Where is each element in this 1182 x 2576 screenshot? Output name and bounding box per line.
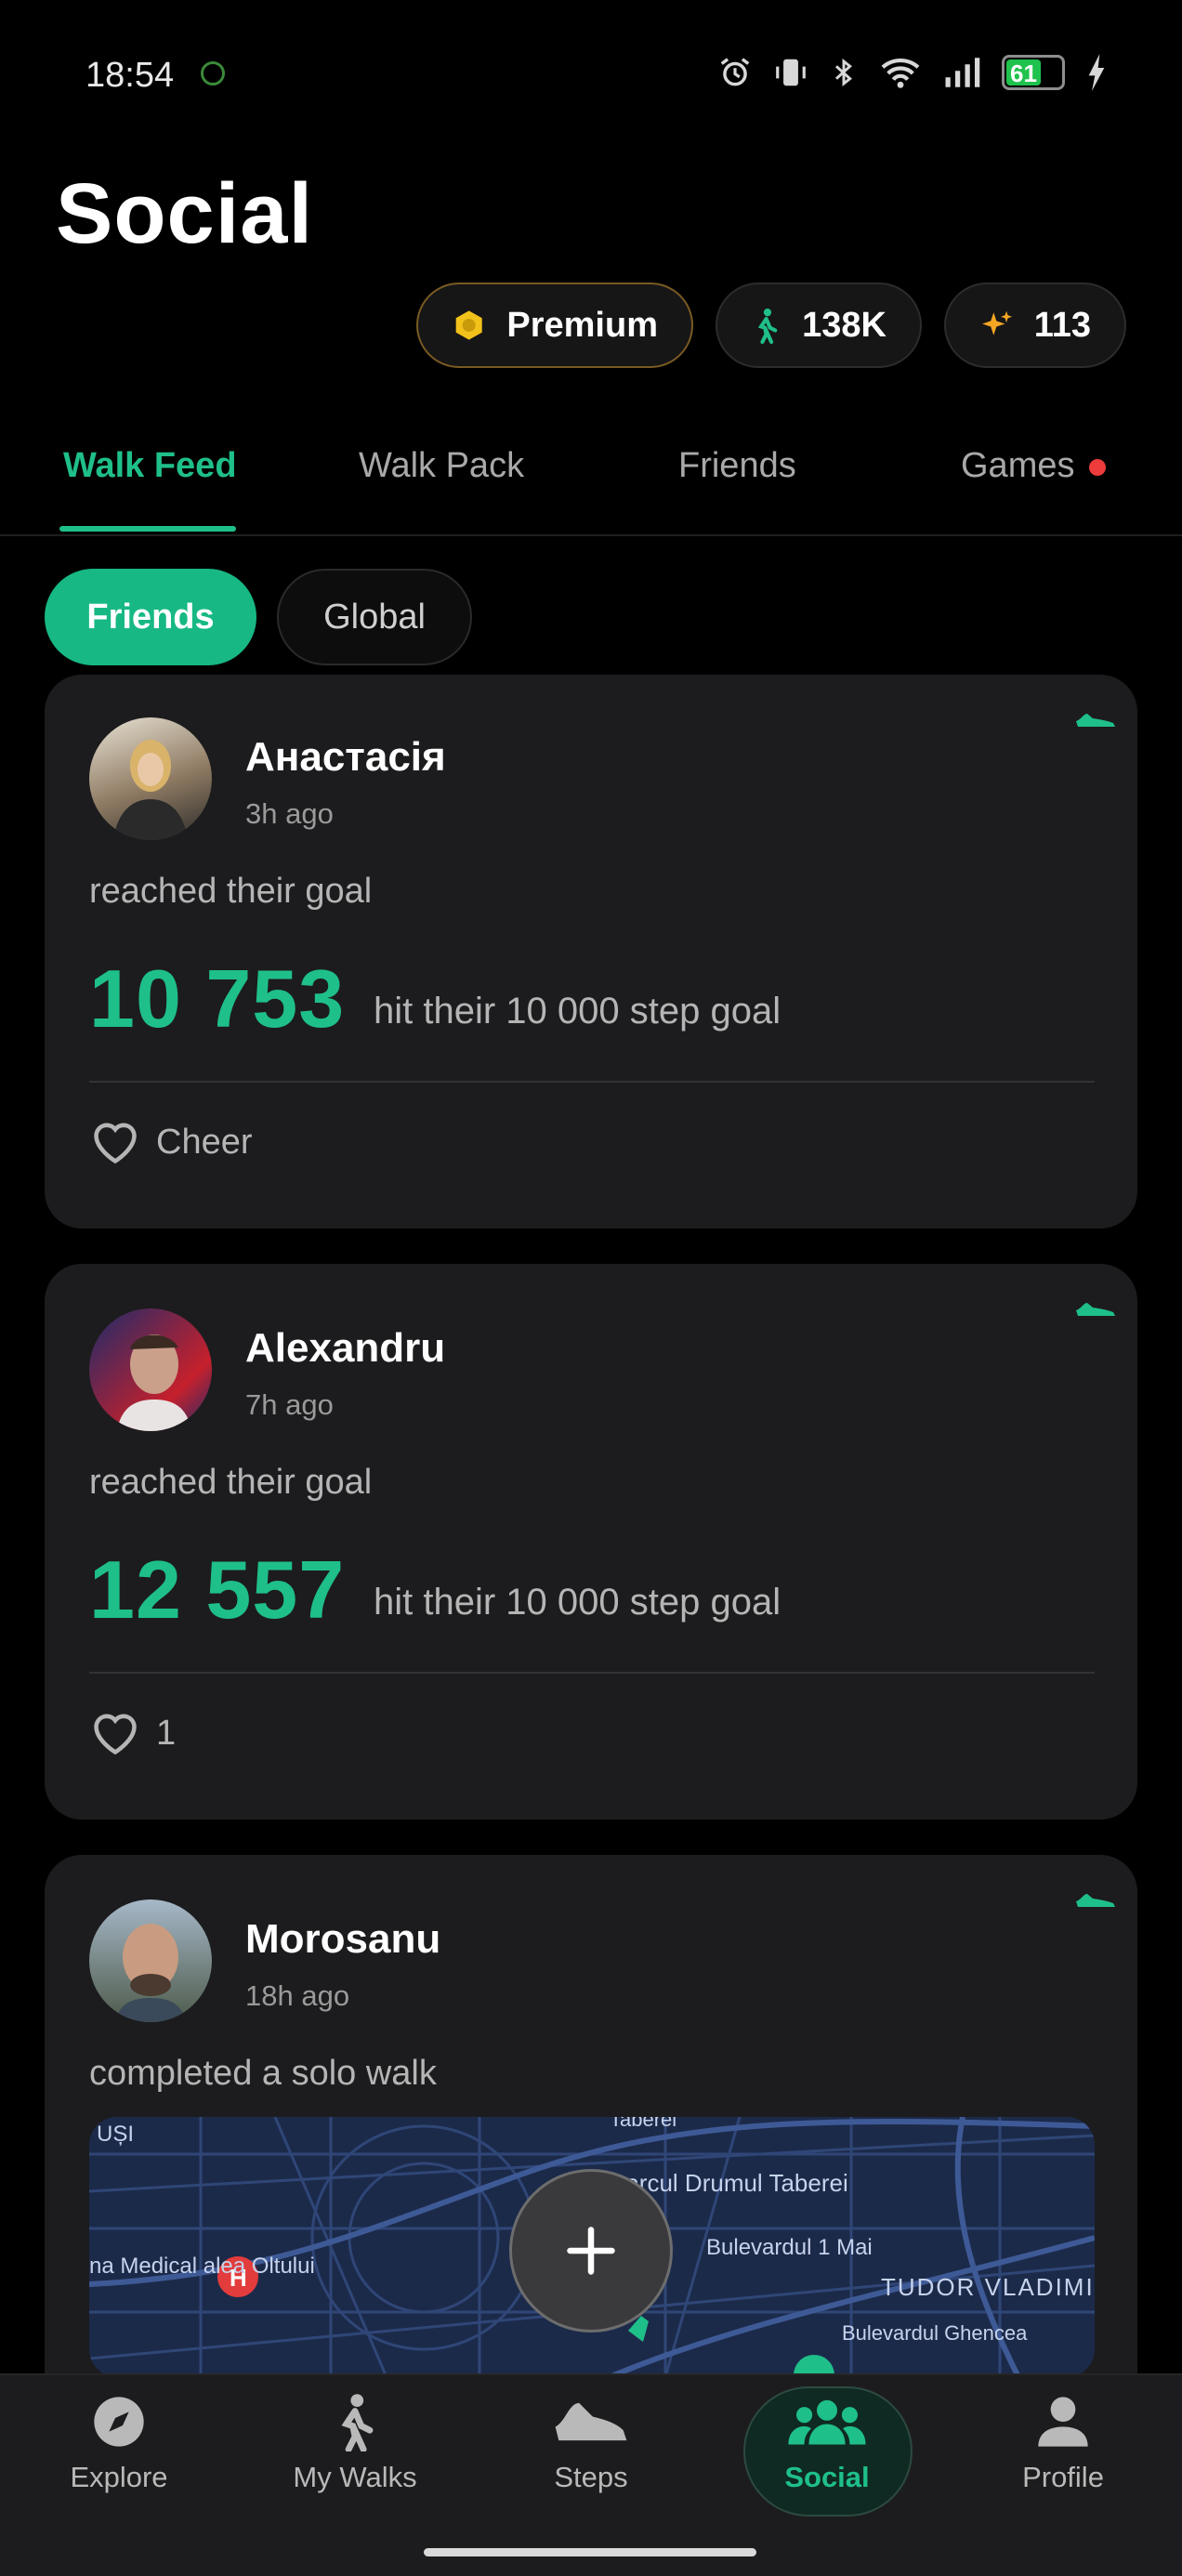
page-title: Social (56, 166, 314, 261)
avatar[interactable] (89, 1308, 212, 1431)
battery-icon: 61 (1002, 55, 1065, 90)
walking-person-icon (341, 2394, 374, 2451)
charging-icon (1088, 54, 1105, 91)
svg-text:Taberei: Taberei (610, 2117, 676, 2131)
activity-text: reached their goal (89, 872, 373, 911)
nav-my-walks[interactable]: My Walks (262, 2392, 448, 2494)
shoe-icon (1076, 1303, 1115, 1316)
premium-badge-icon (455, 310, 482, 340)
nav-label: Explore (70, 2461, 168, 2493)
bluetooth-icon (835, 58, 852, 87)
avatar[interactable] (89, 717, 212, 840)
shoe-icon (555, 2402, 627, 2441)
sparks-balance[interactable]: 113 (944, 283, 1126, 368)
nav-label: Profile (1022, 2461, 1104, 2493)
cheer-button[interactable]: 1 (89, 1710, 176, 1756)
app-status-icon (201, 61, 225, 85)
cheer-count: 1 (156, 1713, 177, 1753)
nav-label: Steps (554, 2461, 628, 2493)
status-icons: 61 (717, 54, 1108, 91)
heart-icon (94, 1123, 137, 1164)
sparkle-icon (982, 310, 1013, 335)
user-name[interactable]: Alexandru (245, 1325, 445, 1372)
card-divider (89, 1081, 1095, 1083)
activity-text: completed a solo walk (89, 2054, 437, 2093)
home-indicator (424, 2548, 756, 2556)
tab-games[interactable]: Games (961, 446, 1074, 486)
svg-text:Bulevardul Ghencea: Bulevardul Ghencea (842, 2321, 1028, 2345)
cheer-button[interactable]: Cheer (89, 1119, 253, 1165)
nav-label: My Walks (293, 2461, 417, 2493)
nav-profile[interactable]: Profile (970, 2392, 1156, 2494)
signal-icon (945, 58, 980, 87)
goal-text: hit their 10 000 step goal (374, 1582, 781, 1623)
status-time: 18:54 (85, 56, 175, 95)
person-icon (1038, 2397, 1088, 2447)
add-walk-button[interactable] (509, 2169, 673, 2333)
user-name[interactable]: Анастасія (245, 734, 446, 781)
step-count: 12 557 (89, 1544, 346, 1636)
shoe-icon (1076, 714, 1115, 727)
shoe-icon (1076, 1894, 1115, 1907)
nav-social[interactable]: Social (734, 2392, 920, 2494)
sparks-count: 113 (1033, 305, 1091, 345)
nav-explore[interactable]: Explore (26, 2392, 212, 2494)
user-name[interactable]: Morosanu (245, 1916, 440, 1963)
activity-text: reached their goal (89, 1463, 373, 1502)
post-time: 3h ago (245, 797, 334, 830)
goal-text: hit their 10 000 step goal (374, 991, 781, 1032)
steps-count: 138K (802, 305, 886, 345)
avatar[interactable] (89, 1899, 212, 2022)
plus-icon (567, 2227, 615, 2275)
cheer-label: Cheer (156, 1122, 253, 1162)
tab-walk-feed[interactable]: Walk Feed (63, 446, 237, 486)
feed-card[interactable] (45, 1264, 1137, 1820)
svg-text:UȘI: UȘI (97, 2122, 134, 2147)
filter-global[interactable]: Global (277, 569, 472, 665)
notification-dot (1089, 459, 1106, 476)
svg-text:TUDOR VLADIMIRESCU: TUDOR VLADIMIRESCU (881, 2273, 1095, 2301)
filter-friends[interactable]: Friends (45, 569, 256, 665)
compass-icon (94, 2397, 144, 2447)
steps-balance[interactable]: 138K (716, 283, 922, 368)
group-icon (788, 2399, 866, 2445)
alarm-icon (720, 58, 750, 86)
premium-label: Premium (506, 305, 658, 345)
active-tab-indicator (59, 526, 236, 532)
walking-person-icon (757, 309, 778, 345)
post-time: 7h ago (245, 1388, 334, 1421)
nav-label: Social (784, 2461, 870, 2493)
nav-steps[interactable]: Steps (498, 2392, 684, 2494)
step-count: 10 753 (89, 953, 346, 1045)
tab-walk-pack[interactable]: Walk Pack (359, 446, 524, 486)
tab-friends[interactable]: Friends (678, 446, 796, 486)
card-divider (89, 1672, 1095, 1674)
premium-button[interactable]: Premium (416, 283, 693, 368)
post-time: 18h ago (245, 1979, 350, 2012)
wifi-icon (881, 58, 920, 88)
heart-icon (94, 1714, 137, 1755)
svg-text:Bulevardul 1 Mai: Bulevardul 1 Mai (706, 2235, 873, 2260)
svg-text:na Medical alea Oltului: na Medical alea Oltului (89, 2254, 315, 2279)
tab-divider (0, 534, 1182, 536)
vibrate-icon (776, 59, 806, 86)
